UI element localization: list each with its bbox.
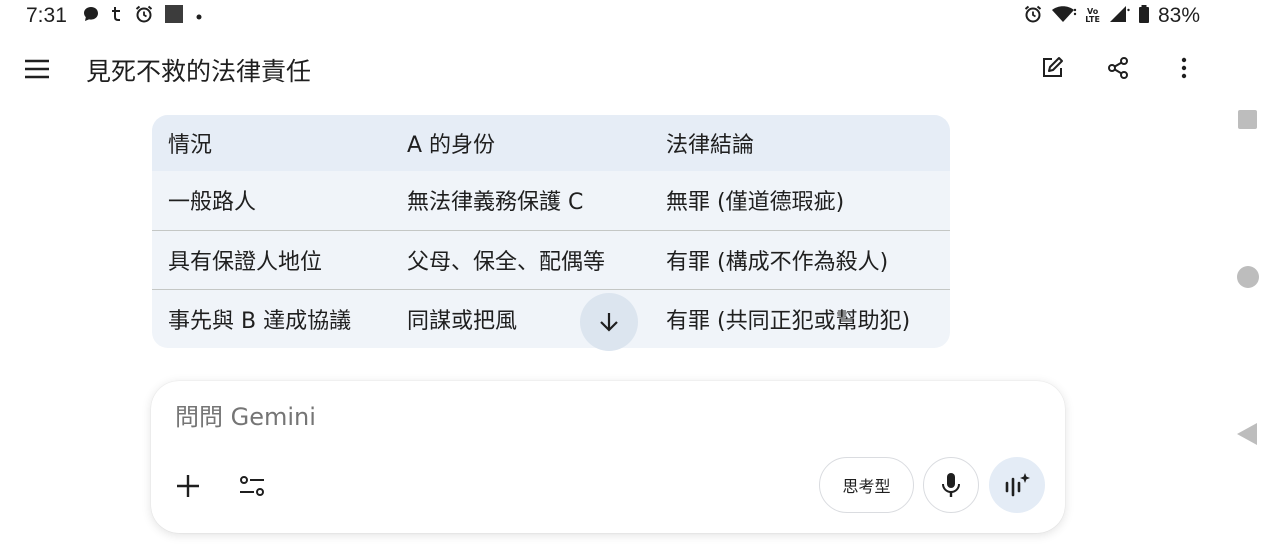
edit-icon bbox=[1043, 57, 1063, 77]
dot-icon bbox=[194, 7, 204, 26]
menu-button[interactable] bbox=[22, 54, 52, 84]
home-button[interactable] bbox=[1237, 266, 1259, 288]
share-icon bbox=[1108, 57, 1128, 79]
alarm-icon bbox=[1023, 4, 1043, 28]
system-nav-bar bbox=[1220, 0, 1280, 548]
comparison-table: 情況 A 的身份 法律結論 一般路人 無法律義務保護 C 無罪 (僅道德瑕疵) … bbox=[152, 115, 950, 348]
more-vert-icon bbox=[1181, 57, 1187, 79]
table-header-row: 情況 A 的身份 法律結論 bbox=[152, 115, 950, 171]
table-header-cell: 法律結論 bbox=[666, 133, 755, 158]
table-row: 一般路人 無法律義務保護 C 無罪 (僅道德瑕疵) bbox=[152, 171, 950, 229]
table-cell: 具有保證人地位 bbox=[168, 249, 323, 275]
plus-icon bbox=[177, 475, 199, 497]
live-mode-button[interactable] bbox=[989, 457, 1045, 513]
more-button[interactable] bbox=[1168, 52, 1200, 84]
menu-icon bbox=[25, 59, 49, 79]
status-bar: 7:31 Vo LTE 83% bbox=[0, 0, 1200, 32]
volte-bottom-label: LTE bbox=[1085, 15, 1100, 24]
table-header-cell: A 的身份 bbox=[407, 133, 496, 158]
table-cell: 無罪 (僅道德瑕疵) bbox=[666, 190, 845, 215]
status-left-icons bbox=[82, 4, 204, 28]
table-cell: 事先與 B 達成協議 bbox=[168, 308, 352, 334]
edit-button[interactable] bbox=[1036, 52, 1068, 84]
thinking-mode-chip[interactable]: 思考型 bbox=[819, 457, 914, 513]
add-attachment-button[interactable] bbox=[171, 469, 205, 503]
appbar-actions bbox=[1036, 52, 1200, 84]
live-sparkle-icon bbox=[1005, 473, 1030, 497]
page-title: 見死不救的法律責任 bbox=[86, 57, 312, 86]
share-button[interactable] bbox=[1102, 52, 1134, 84]
signal-icon bbox=[1108, 4, 1130, 28]
scroll-to-bottom-button[interactable] bbox=[580, 293, 638, 351]
wifi-icon bbox=[1051, 4, 1077, 28]
table-row: 事先與 B 達成協議 同謀或把風 有罪 (共同正犯或幫助犯) bbox=[152, 289, 950, 347]
chat-bubble-icon bbox=[82, 5, 100, 27]
status-time: 7:31 bbox=[26, 4, 67, 27]
table-cell: 一般路人 bbox=[168, 190, 257, 215]
arrow-down-icon bbox=[600, 313, 618, 332]
tools-button[interactable] bbox=[235, 469, 269, 503]
table-cell: 有罪 (構成不作為殺人) bbox=[666, 249, 889, 275]
table-row: 具有保證人地位 父母、保全、配偶等 有罪 (構成不作為殺人) bbox=[152, 230, 950, 288]
back-button[interactable] bbox=[1237, 423, 1257, 445]
table-cell: 父母、保全、配偶等 bbox=[407, 249, 606, 275]
battery-icon bbox=[1138, 4, 1150, 28]
square-icon bbox=[164, 4, 184, 28]
battery-percent: 83% bbox=[1157, 4, 1200, 27]
table-cell: 有罪 (共同正犯或幫助犯) bbox=[666, 308, 911, 334]
volte-icon: Vo LTE bbox=[1085, 8, 1100, 24]
threads-icon bbox=[110, 5, 124, 27]
prompt-input[interactable] bbox=[175, 403, 1035, 431]
status-right: Vo LTE 83% bbox=[1023, 4, 1200, 28]
alarm-icon bbox=[134, 4, 154, 28]
voice-input-button[interactable] bbox=[923, 457, 979, 513]
recents-button[interactable] bbox=[1238, 110, 1257, 129]
table-cell: 同謀或把風 bbox=[407, 308, 518, 334]
tune-icon bbox=[240, 476, 264, 496]
app-bar: 見死不救的法律責任 bbox=[0, 44, 1210, 94]
table-cell: 無法律義務保護 C bbox=[407, 190, 584, 215]
table-header-cell: 情況 bbox=[168, 133, 213, 158]
prompt-composer: 思考型 bbox=[151, 381, 1065, 533]
mic-icon bbox=[942, 473, 960, 497]
